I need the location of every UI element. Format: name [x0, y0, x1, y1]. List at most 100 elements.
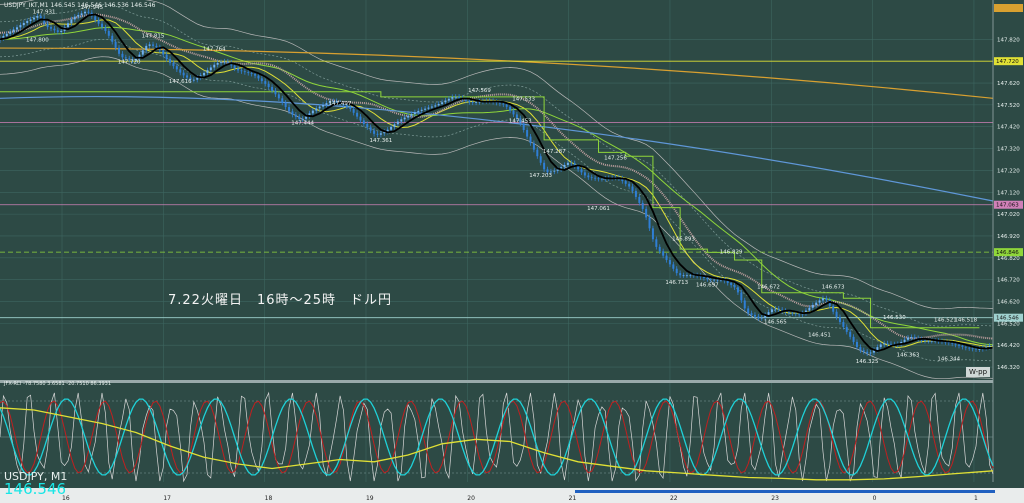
candle-body	[590, 177, 593, 179]
candle-body	[753, 314, 756, 317]
candle-body	[866, 351, 869, 354]
price-tick: 147.320	[997, 147, 1020, 153]
price-label: 147.815	[142, 33, 165, 39]
candle-body	[233, 65, 236, 69]
axis-bg	[993, 0, 1024, 488]
price-label: 147.616	[169, 79, 192, 85]
candle-body	[366, 123, 369, 128]
candle-body	[832, 305, 835, 312]
candle-body	[838, 317, 841, 323]
candle-body	[876, 347, 879, 350]
candle-body	[67, 23, 70, 28]
candle-body	[141, 50, 144, 55]
time-axis: 16 17 18 19 20 21 22 23 0 1	[0, 488, 1024, 503]
candle-body	[454, 96, 457, 98]
candle-body	[155, 45, 158, 48]
candle-body	[818, 300, 821, 303]
candle-body	[152, 44, 155, 46]
candle-body	[216, 63, 219, 65]
candle-body	[325, 103, 328, 105]
price-label: 147.931	[33, 9, 56, 15]
candle-body	[186, 75, 189, 78]
candle-body	[104, 27, 107, 31]
candle-body	[672, 264, 675, 269]
candle-body	[930, 340, 933, 342]
candle-body	[770, 309, 773, 313]
candle-body	[434, 105, 437, 107]
time-tick: 18	[265, 495, 273, 502]
candle-body	[968, 347, 971, 349]
candle-body	[162, 50, 165, 55]
candle-body	[322, 104, 325, 107]
candle-body	[80, 13, 83, 16]
candle-body	[509, 106, 512, 111]
candle-body	[77, 15, 80, 17]
chart-grid	[0, 0, 1024, 482]
price-tick: 146.920	[997, 234, 1020, 240]
price-tick: 146.620	[997, 300, 1020, 306]
candle-body	[964, 346, 967, 348]
candle-body	[655, 239, 658, 247]
candle-body	[148, 44, 151, 46]
candle-body	[19, 25, 22, 28]
candle-body	[240, 70, 243, 72]
candle-body	[294, 114, 297, 117]
candle-body	[182, 72, 185, 76]
candle-body	[757, 316, 760, 319]
candle-body	[597, 178, 600, 180]
candle-body	[733, 285, 736, 288]
candle-body	[526, 130, 529, 137]
candle-body	[53, 28, 56, 31]
candle-body	[250, 72, 253, 74]
candle-body	[791, 312, 794, 314]
candle-body	[267, 83, 270, 88]
candle-body	[825, 298, 828, 301]
candle-body	[747, 308, 750, 314]
candle-body	[73, 16, 76, 20]
price-label: 147.256	[604, 156, 627, 162]
candle-body	[852, 336, 855, 342]
candle-body	[624, 181, 627, 184]
price-tick: 146.320	[997, 365, 1020, 371]
band-line	[0, 0, 994, 310]
wpp-badge: W-pp	[966, 367, 991, 377]
candle-body	[634, 190, 637, 197]
panel-divider	[0, 380, 1024, 383]
candle-body	[213, 64, 216, 68]
candle-body	[359, 116, 362, 121]
candle-body	[794, 313, 797, 315]
candle-body	[352, 108, 355, 113]
candle-body	[532, 143, 535, 150]
price-tick: 147.120	[997, 190, 1020, 196]
candle-body	[175, 66, 178, 70]
candle-body	[441, 102, 444, 105]
candle-body	[849, 331, 852, 337]
price-label: 146.363	[897, 352, 920, 358]
candle-body	[798, 313, 801, 315]
candle-body	[906, 337, 909, 340]
time-tick: 21	[569, 495, 577, 502]
candle-body	[50, 27, 53, 29]
candle-body	[767, 312, 770, 315]
price-chart: 147.931147.945147.800147.815147.720147.7…	[0, 0, 1024, 503]
candle-body	[638, 196, 641, 203]
candle-body	[413, 112, 416, 115]
candle-body	[709, 279, 712, 280]
price-label: 146.893	[672, 237, 695, 243]
time-tick: 0	[873, 495, 877, 502]
candle-body	[988, 345, 991, 347]
candle-body	[451, 97, 454, 99]
candle-body	[978, 349, 981, 350]
candle-body	[46, 23, 49, 28]
candle-body	[291, 111, 294, 115]
candle-body	[165, 54, 168, 59]
candle-body	[498, 102, 501, 104]
candle-body	[274, 90, 277, 95]
candle-body	[400, 119, 403, 122]
candle-body	[87, 11, 90, 13]
candle-body	[301, 118, 304, 120]
candle-body	[107, 30, 110, 36]
candle-body	[886, 343, 889, 345]
price-label: 146.565	[764, 320, 787, 326]
candle-body	[855, 341, 858, 348]
